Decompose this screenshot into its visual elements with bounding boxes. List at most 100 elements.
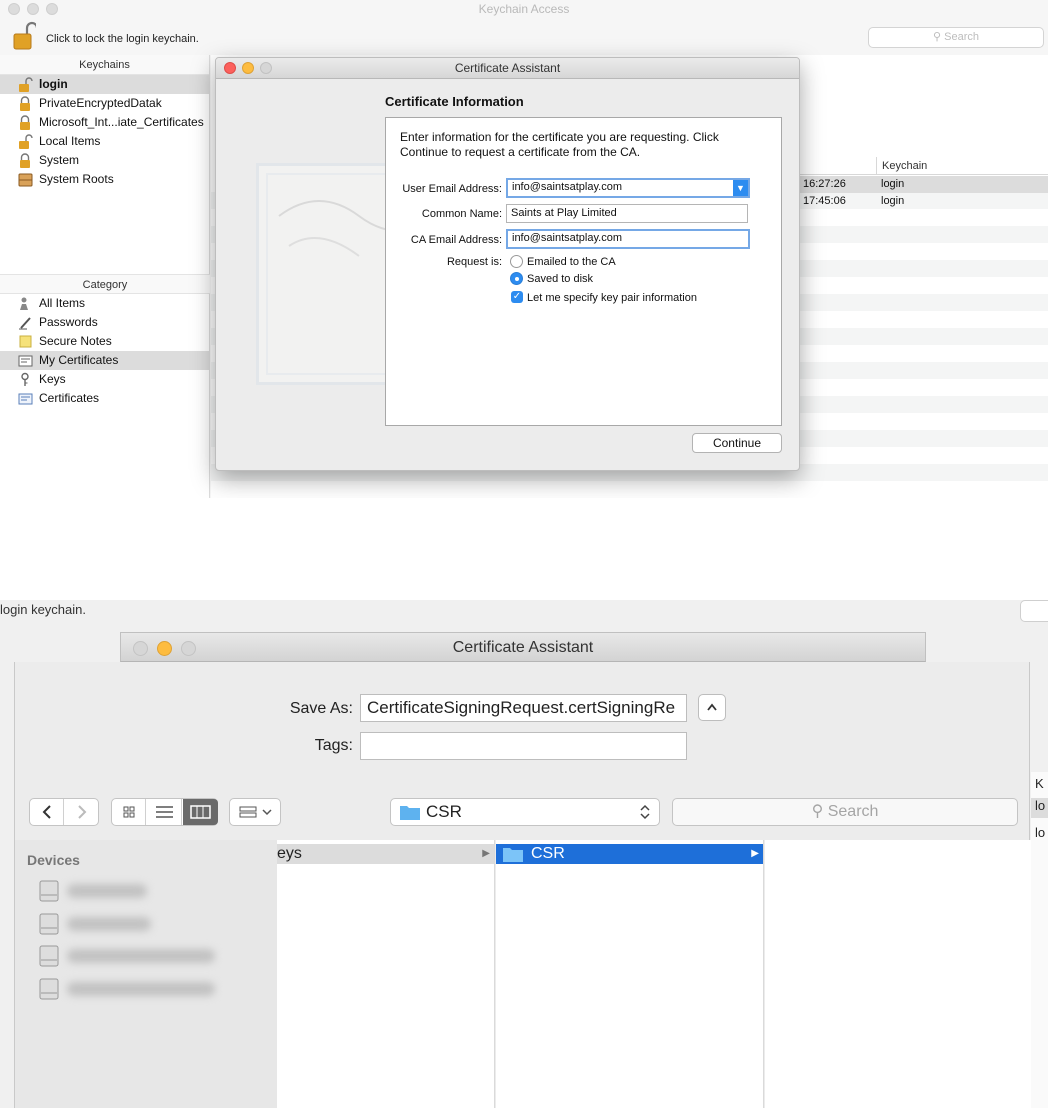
lock-icon — [20, 115, 30, 130]
minimize-button[interactable] — [157, 641, 172, 656]
device-name-redacted[interactable] — [67, 982, 215, 996]
category-item-my-certificates[interactable]: My Certificates — [0, 351, 210, 370]
table-row[interactable]: 17:45:06 login — [799, 193, 1048, 210]
list-column-header[interactable]: Keychain — [799, 157, 1048, 175]
icon-view-button[interactable] — [112, 799, 146, 825]
zoom-button[interactable] — [46, 3, 58, 15]
search-field-edge[interactable] — [1020, 600, 1048, 622]
zoom-button[interactable] — [181, 641, 196, 656]
category-item-all[interactable]: All Items — [0, 294, 210, 313]
category-item-certificates[interactable]: Certificates — [0, 389, 210, 408]
keychain-item-private[interactable]: PrivateEncryptedDatak — [0, 94, 209, 113]
search-field[interactable]: ⚲ Search — [868, 27, 1044, 48]
list-item[interactable]: CSR ▶ — [496, 844, 763, 864]
list-view-button[interactable] — [147, 799, 182, 825]
pen-icon — [19, 317, 31, 330]
zoom-button[interactable] — [260, 62, 272, 74]
window-titlebar: Keychain Access — [0, 0, 1048, 20]
keychain-access-window: Keychain Access Click to lock the login … — [0, 0, 1048, 498]
request-is-label: Request is: — [446, 256, 502, 268]
view-mode-control — [111, 798, 218, 826]
chevron-up-icon — [707, 703, 717, 711]
category-label: Keys — [39, 372, 66, 386]
ca-email-field[interactable]: info@saintsatplay.com — [506, 229, 750, 249]
tags-field[interactable] — [360, 732, 687, 760]
category-item-keys[interactable]: Keys — [0, 370, 210, 389]
people-icon — [20, 297, 28, 310]
category-header: Category — [0, 274, 210, 294]
close-button[interactable] — [8, 3, 20, 15]
common-name-label: Common Name: — [421, 208, 502, 220]
keychain-column-header[interactable]: Keychain — [876, 157, 927, 175]
keychain-item-system-roots[interactable]: System Roots — [0, 170, 209, 189]
ca-email-label: CA Email Address: — [410, 234, 502, 246]
dialog-titlebar: Certificate Assistant — [216, 58, 799, 79]
keychain-item-local[interactable]: Local Items — [0, 132, 209, 151]
back-button[interactable] — [30, 799, 64, 825]
checkbox-specify-keypair[interactable]: ✓ — [511, 291, 523, 303]
table-row[interactable]: 16:27:26 login — [799, 176, 1048, 193]
lock-icon — [20, 96, 30, 111]
finder-column-2: CSR ▶ — [496, 840, 764, 1108]
grid-icon — [123, 806, 135, 818]
close-button[interactable] — [224, 62, 236, 74]
search-placeholder: Search — [944, 31, 979, 43]
category-label: My Certificates — [39, 353, 119, 367]
option-saved-label[interactable]: Saved to disk — [527, 273, 593, 285]
lock-toggle-icon[interactable] — [12, 20, 36, 52]
search-icon: ⚲ — [811, 803, 828, 820]
devices-header: Devices — [27, 852, 80, 868]
minimize-button[interactable] — [242, 62, 254, 74]
tags-label: Tags: — [314, 737, 353, 754]
item-label: eys — [277, 845, 302, 862]
category-item-secure-notes[interactable]: Secure Notes — [0, 332, 210, 351]
option-emailed-label[interactable]: Emailed to the CA — [527, 256, 616, 268]
category-label: Secure Notes — [39, 334, 112, 348]
keychain-label: PrivateEncryptedDatak — [39, 96, 162, 110]
device-name-redacted[interactable] — [67, 917, 151, 931]
arrange-icon — [239, 806, 272, 818]
row-time: 17:45:06 — [803, 195, 846, 207]
disclosure-arrow-icon: ▶ — [751, 848, 759, 859]
radio-emailed[interactable] — [510, 255, 523, 268]
common-name-field[interactable]: Saints at Play Limited — [506, 204, 748, 223]
continue-button[interactable]: Continue — [692, 433, 782, 453]
save-dialog-titlebar: Certificate Assistant — [120, 632, 926, 662]
column-view-button[interactable] — [183, 799, 218, 825]
user-email-field[interactable]: info@saintsatplay.com ▼ — [506, 178, 750, 198]
category-label: All Items — [39, 296, 86, 310]
row-keychain: login — [881, 178, 905, 190]
keychain-item-system[interactable]: System — [0, 151, 209, 170]
device-name-redacted[interactable] — [67, 949, 215, 963]
certificate-icon — [18, 355, 33, 367]
keychain-item-login[interactable]: login — [0, 75, 209, 94]
lock-hint-text[interactable]: Click to lock the login keychain. — [46, 33, 199, 45]
close-button[interactable] — [133, 641, 148, 656]
chevron-right-icon — [78, 805, 87, 819]
chevron-down-icon[interactable]: ▼ — [733, 180, 748, 196]
forward-button[interactable] — [65, 799, 99, 825]
arrange-menu-button[interactable] — [229, 798, 281, 826]
radio-saved[interactable] — [510, 272, 523, 285]
user-email-value: info@saintsatplay.com — [512, 181, 623, 193]
specify-keypair-label[interactable]: Let me specify key pair information — [527, 292, 697, 304]
save-as-field[interactable]: CertificateSigningRequest.certSigningRe — [360, 694, 687, 722]
row-keychain: login — [881, 195, 905, 207]
behind-window-edge: K lo lo — [1031, 772, 1048, 1108]
behind-lock-text: login keychain. — [0, 602, 86, 617]
finder-column-1: eys ▶ — [277, 840, 495, 1108]
location-popup[interactable]: CSR — [390, 798, 660, 826]
expand-toggle-button[interactable] — [698, 694, 726, 721]
minimize-button[interactable] — [27, 3, 39, 15]
list-item[interactable]: eys ▶ — [277, 844, 494, 864]
search-field[interactable]: ⚲ Search — [672, 798, 1018, 826]
dialog-title: Certificate Assistant — [452, 639, 594, 656]
disk-icon — [39, 913, 59, 935]
category-item-passwords[interactable]: Passwords — [0, 313, 210, 332]
nav-buttons — [29, 798, 99, 826]
edge-text: K — [1035, 776, 1044, 791]
window-title: Keychain Access — [478, 2, 570, 16]
disclosure-arrow-icon: ▶ — [482, 848, 490, 859]
keychain-item-microsoft[interactable]: Microsoft_Int...iate_Certificates — [0, 113, 209, 132]
device-name-redacted[interactable] — [67, 884, 147, 898]
